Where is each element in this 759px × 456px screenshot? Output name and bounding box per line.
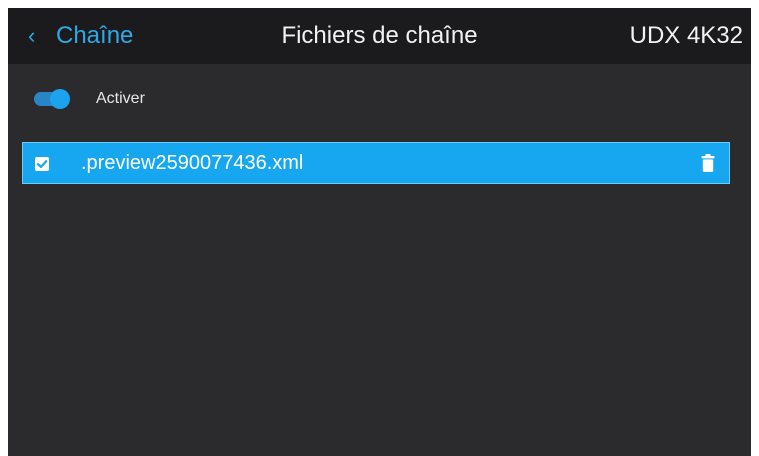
toggle-knob	[50, 89, 70, 109]
trash-icon[interactable]	[701, 154, 715, 172]
back-label: Chaîne	[56, 22, 134, 49]
chevron-left-icon: ‹	[28, 23, 36, 48]
device-name: UDX 4K32	[629, 22, 743, 49]
activate-toggle-row: Activer	[34, 86, 145, 112]
file-name: .preview2590077436.xml	[81, 152, 304, 174]
activate-toggle[interactable]	[34, 89, 70, 109]
header-bar: ‹ Chaîne Fichiers de chaîne UDX 4K32	[8, 8, 751, 64]
back-button[interactable]: ‹ Chaîne	[28, 20, 133, 52]
activate-label: Activer	[96, 90, 145, 107]
file-list-item[interactable]: .preview2590077436.xml	[22, 142, 730, 184]
screen: ‹ Chaîne Fichiers de chaîne UDX 4K32 Act…	[8, 8, 751, 456]
checkbox-checked-icon[interactable]	[35, 157, 49, 171]
